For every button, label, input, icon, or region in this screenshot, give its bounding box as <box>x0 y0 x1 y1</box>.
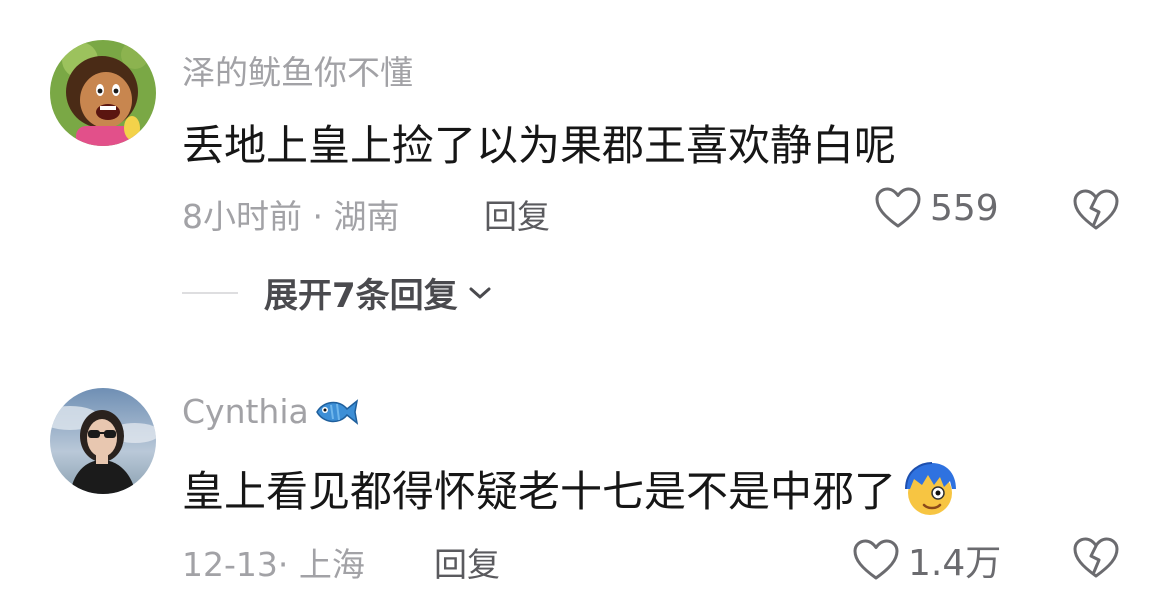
like-count: 559 <box>930 187 999 229</box>
woman-photo-avatar-icon <box>50 388 156 494</box>
username-text: Cynthia <box>182 392 309 431</box>
comment-text: 丢地上皇上捡了以为果郡王喜欢静白呢 <box>182 121 897 170</box>
like-count: 1.4万 <box>908 543 1002 584</box>
expand-replies-label: 展开7条回复 <box>264 276 458 316</box>
comment-item: 泽的鱿鱼你不懂 丢地上皇上捡了以为果郡王喜欢静白呢 8小时前 · 湖南 回复 5… <box>0 0 1170 340</box>
cartoon-girl-avatar-icon <box>50 40 156 146</box>
comment-meta: 12-13· 上海 <box>182 545 365 584</box>
blue-hair-face-emoji-icon <box>905 461 957 515</box>
dislike-button[interactable] <box>1072 188 1120 236</box>
broken-heart-icon <box>1073 537 1119 578</box>
comment-item: Cynthia 皇上看见都得怀疑老十七是不是中邪了 12-13· 上海 回复 1… <box>0 340 1170 614</box>
expand-replies-button[interactable]: 展开7条回复 <box>264 268 494 317</box>
broken-heart-icon <box>1073 189 1119 230</box>
reply-button[interactable]: 回复 <box>434 538 500 586</box>
avatar[interactable] <box>50 40 156 146</box>
avatar[interactable] <box>50 388 156 494</box>
divider <box>182 291 238 294</box>
comment-meta: 8小时前 · 湖南 <box>182 197 400 236</box>
fish-emoji-icon <box>315 398 358 425</box>
expand-replies-row: 展开7条回复 <box>182 268 494 317</box>
comment-text: 皇上看见都得怀疑老十七是不是中邪了 <box>182 458 960 519</box>
chevron-down-icon <box>469 287 491 298</box>
comment-text-content: 皇上看见都得怀疑老十七是不是中邪了 <box>182 467 897 516</box>
like-button[interactable]: 559 <box>874 186 999 230</box>
heart-icon <box>875 187 921 228</box>
username[interactable]: Cynthia <box>182 392 359 431</box>
reply-button[interactable]: 回复 <box>484 190 550 238</box>
heart-icon <box>853 539 899 580</box>
like-button[interactable]: 1.4万 <box>852 534 1001 586</box>
dislike-button[interactable] <box>1072 536 1120 584</box>
username[interactable]: 泽的鱿鱼你不懂 <box>182 46 413 94</box>
